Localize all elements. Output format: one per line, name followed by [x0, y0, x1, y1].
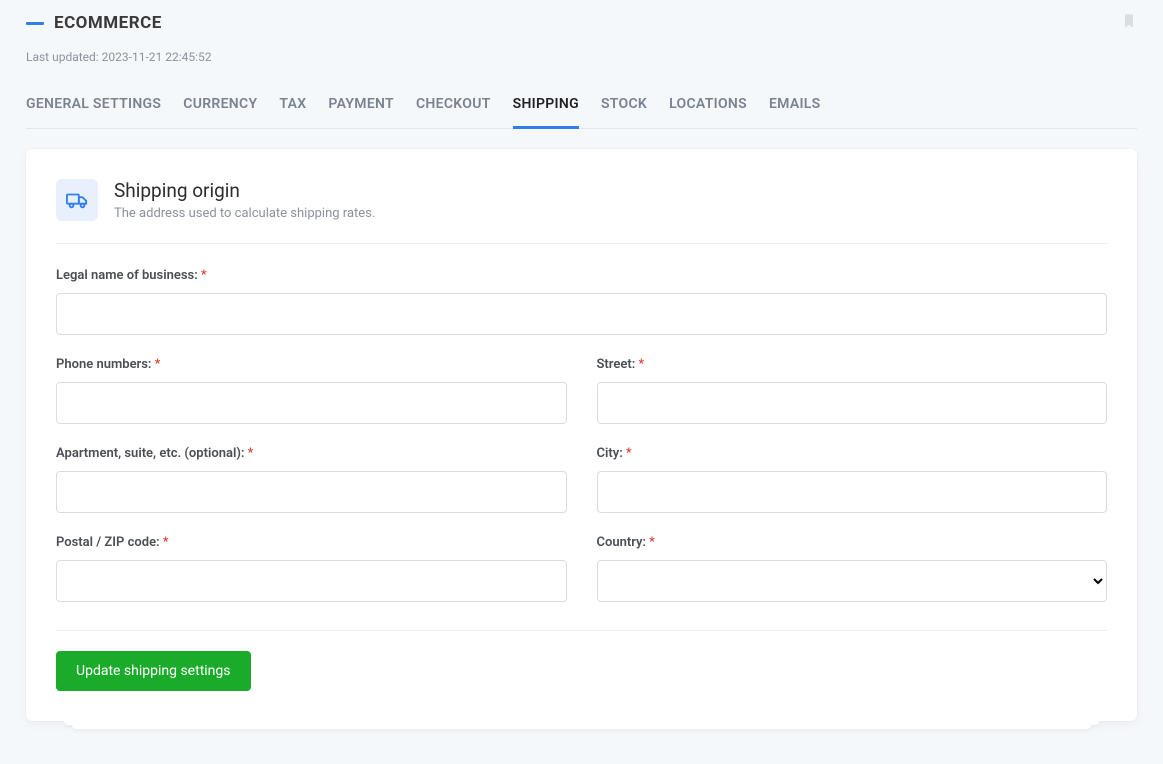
phone-input[interactable]	[56, 382, 567, 424]
section-description: The address used to calculate shipping r…	[114, 206, 375, 221]
tab-checkout[interactable]: CHECKOUT	[416, 96, 491, 128]
street-input[interactable]	[597, 382, 1108, 424]
tab-currency[interactable]: CURRENCY	[183, 96, 257, 128]
truck-icon	[56, 179, 98, 221]
label-city: City: *	[597, 446, 1108, 461]
section-title: Shipping origin	[114, 179, 375, 202]
label-legal-name: Legal name of business: *	[56, 268, 1107, 283]
city-input[interactable]	[597, 471, 1108, 513]
update-shipping-settings-button[interactable]: Update shipping settings	[56, 651, 251, 691]
country-select[interactable]	[597, 560, 1108, 602]
tab-stock[interactable]: STOCK	[601, 96, 647, 128]
stacked-card-shadow	[56, 721, 1107, 729]
label-street: Street: *	[597, 357, 1108, 372]
tabs: GENERAL SETTINGS CURRENCY TAX PAYMENT CH…	[26, 96, 1137, 129]
tab-payment[interactable]: PAYMENT	[328, 96, 394, 128]
tab-tax[interactable]: TAX	[279, 96, 306, 128]
shipping-card: Shipping origin The address used to calc…	[26, 149, 1137, 721]
tab-general-settings[interactable]: GENERAL SETTINGS	[26, 96, 161, 128]
label-country: Country: *	[597, 535, 1108, 550]
postal-input[interactable]	[56, 560, 567, 602]
page-title: ECOMMERCE	[54, 13, 162, 33]
tab-emails[interactable]: EMAILS	[769, 96, 821, 128]
legal-name-input[interactable]	[56, 293, 1107, 335]
tab-shipping[interactable]: SHIPPING	[513, 96, 579, 128]
apartment-input[interactable]	[56, 471, 567, 513]
bookmark-icon[interactable]	[1121, 12, 1137, 34]
label-phone: Phone numbers: *	[56, 357, 567, 372]
label-postal: Postal / ZIP code: *	[56, 535, 567, 550]
last-updated: Last updated: 2023-11-21 22:45:52	[26, 50, 1137, 64]
tab-locations[interactable]: LOCATIONS	[669, 96, 747, 128]
label-apartment: Apartment, suite, etc. (optional): *	[56, 446, 567, 461]
collapse-icon[interactable]	[26, 22, 44, 25]
